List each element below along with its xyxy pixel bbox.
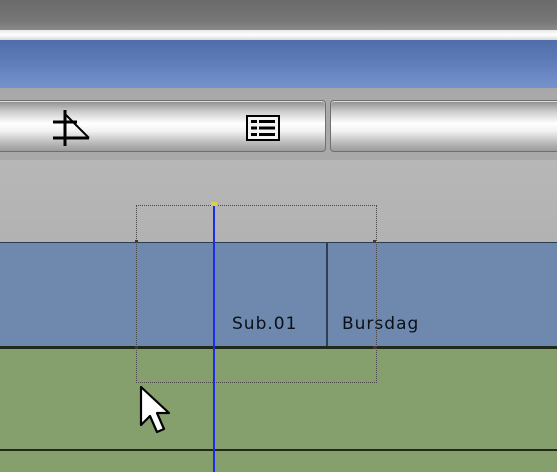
selection-marquee <box>135 205 377 383</box>
window-title-bar[interactable] <box>0 40 557 88</box>
marquee-handle <box>135 240 138 243</box>
separator-line <box>0 30 557 40</box>
list-view-icon[interactable] <box>245 114 281 142</box>
snap-tool-icon[interactable] <box>43 108 99 148</box>
playhead-marker[interactable] <box>211 202 217 206</box>
toolbar-group-left <box>0 100 326 152</box>
toolbar <box>0 92 557 160</box>
video-track[interactable] <box>0 451 557 472</box>
marquee-handle <box>373 240 376 243</box>
top-strip <box>0 0 557 30</box>
playhead[interactable] <box>213 205 215 472</box>
marquee-handle <box>135 346 138 349</box>
toolbar-group-right[interactable] <box>330 100 557 152</box>
marquee-handle <box>373 346 376 349</box>
mouse-pointer-icon <box>138 385 178 441</box>
